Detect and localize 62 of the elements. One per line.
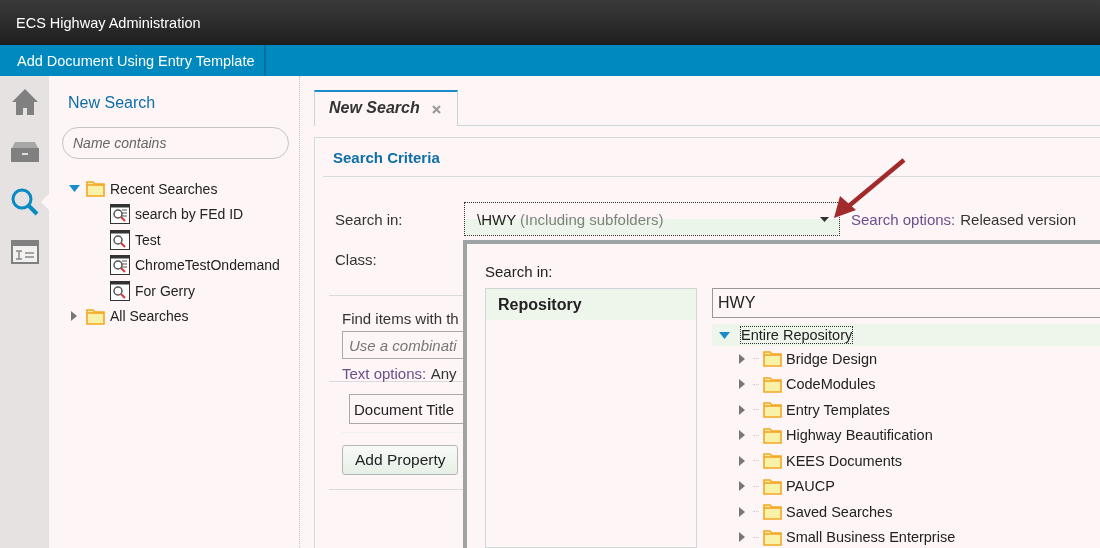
expand-caret-icon[interactable] [739,430,745,441]
dropdown-caret-icon [820,216,829,222]
saved-search-item[interactable]: ChromeTestOndemand [67,252,299,278]
folder-icon [86,307,105,325]
saved-search-item[interactable]: For Gerry [67,278,299,304]
tree-folder-item[interactable]: Entry Templates [712,397,1100,423]
tree-folder-item[interactable]: CodeModules [712,371,1100,397]
expand-caret-icon[interactable] [739,404,745,415]
text-search-icon [110,255,130,276]
search-options-value: Released version [960,210,1077,228]
text-options-link[interactable]: Text options: [342,365,427,382]
collapse-caret-icon[interactable] [68,185,80,193]
tree-folder-item[interactable]: PAUCP [712,473,1100,499]
source-item[interactable]: Repository [486,289,696,320]
tree-folder-item[interactable]: KEES Documents [712,448,1100,474]
folder-icon [763,375,782,393]
search-options-link[interactable]: Search options: [851,210,956,228]
saved-search-item[interactable]: search by FEd ID [67,201,299,227]
folder-filter-field[interactable]: HWY [712,288,1100,318]
folder-icon [763,503,782,521]
folder-icon [86,180,105,198]
expand-caret-icon[interactable] [739,506,745,517]
search-tab[interactable]: New Search [314,90,458,126]
folder-icon [763,452,782,470]
saved-search-icon [110,280,130,301]
folder-icon [763,426,782,444]
expand-caret-icon[interactable] [71,311,77,322]
tree-folder-item[interactable]: All Searches [67,303,299,329]
folder-icon [763,401,782,419]
tree-folder-item[interactable]: Highway Beautification [712,422,1100,448]
search-icon[interactable] [10,187,39,216]
text-options-value: Any [430,365,457,382]
add-property-button[interactable]: Add Property [342,445,459,475]
tree-folder-item[interactable]: Small Business Enterprise [712,524,1100,548]
expand-caret-icon[interactable] [739,532,745,543]
expand-caret-icon[interactable] [739,481,745,492]
popup-title: Search in: [485,263,553,280]
field-label: Search in: [335,210,404,228]
text-search-label: Find items with th [342,310,459,327]
close-icon[interactable] [431,105,441,114]
tree-folder-item[interactable]: Saved Searches [712,499,1100,525]
saved-search-icon [110,229,130,250]
name-filter-field[interactable]: Name contains [62,127,289,159]
saved-search-item[interactable]: Test [67,227,299,253]
expand-caret-icon[interactable] [739,379,745,390]
section-title: Search Criteria [333,148,440,166]
form-icon[interactable] [10,239,39,264]
app-title: ECS Highway Administration [16,14,201,31]
home-icon[interactable] [11,87,38,116]
folder-icon [763,477,782,495]
search-in-dropdown[interactable]: \HWY (Including subfolders) [464,202,840,236]
tree-folder-item[interactable]: Recent Searches [67,176,299,202]
folder-icon [763,350,782,368]
tree-folder-item[interactable]: Bridge Design [712,346,1100,372]
expand-caret-icon[interactable] [739,455,745,466]
cabinet-icon[interactable] [10,141,39,162]
field-label: Class: [335,250,378,268]
pane-title: New Search [68,94,156,112]
expand-caret-icon[interactable] [739,353,745,364]
text-search-icon [110,204,130,225]
collapse-caret-icon[interactable] [719,331,730,339]
folder-icon [763,528,782,546]
